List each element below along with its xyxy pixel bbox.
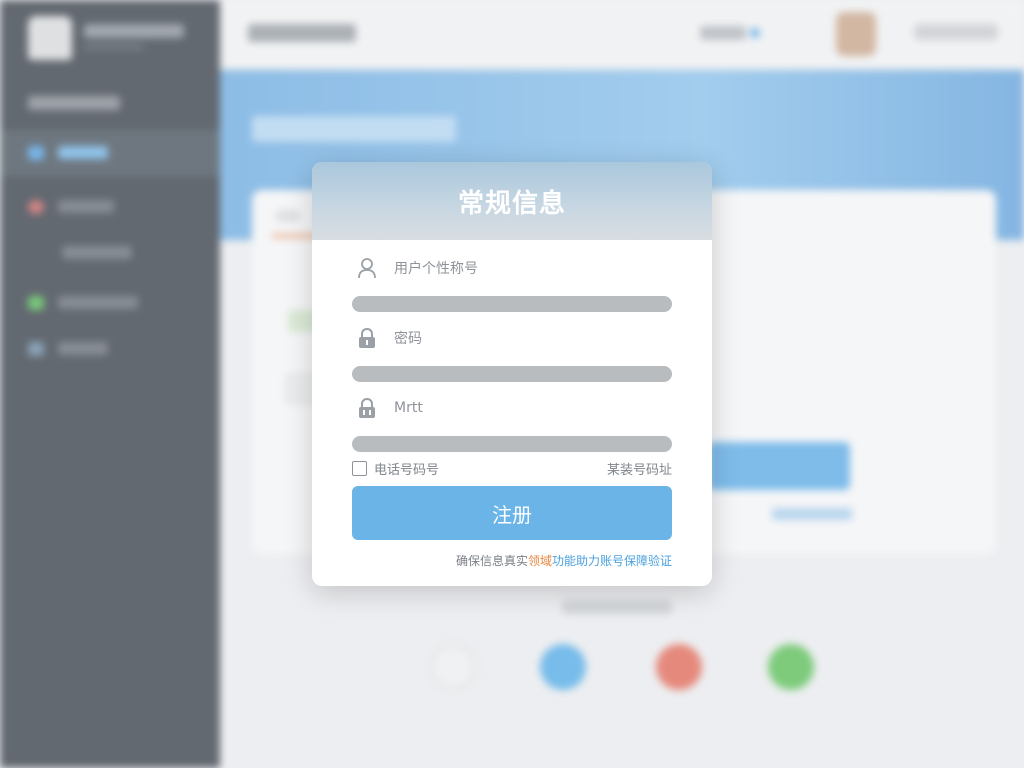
username-field: 用户个性称号 [352,256,672,313]
form-options: 电话号码号 某装号码址 [352,458,672,478]
footnote-link[interactable]: 功能助力账号保障验证 [552,554,672,568]
register-button[interactable]: 注册 [352,486,672,540]
modal-header: 常规信息 [312,162,712,240]
confirm-label: Mrtt [394,400,423,416]
footnote-prefix: 确保信息真实 [455,554,528,568]
confirm-field-row: Mrtt [352,396,672,420]
password-label: 密码 [394,331,422,347]
secondary-link[interactable]: 某装号码址 [607,459,672,478]
phone-option[interactable]: 电话号码号 [352,459,439,478]
phone-option-label: 电话号码号 [374,462,440,478]
footnote-highlight[interactable]: 领域 [528,554,552,568]
password-input[interactable] [352,366,672,382]
user-icon [356,257,378,279]
lock-icon [356,397,378,419]
username-label: 用户个性称号 [394,261,478,277]
phone-checkbox[interactable] [352,460,367,476]
confirm-input[interactable] [352,436,672,452]
modal-title: 常规信息 [457,188,566,219]
username-field-row: 用户个性称号 [352,256,672,280]
confirm-field: Mrtt [352,396,672,453]
password-field: 密码 [352,326,672,383]
register-modal: 常规信息 用户个性称号 密码 Mrtt 电话号码号 某装号码址 注册 确保信息真… [312,162,712,586]
username-input[interactable] [352,296,672,312]
lock-icon [356,327,378,349]
password-field-row: 密码 [352,326,672,350]
footnote: 确保信息真实领域功能助力账号保障验证 [456,552,672,569]
